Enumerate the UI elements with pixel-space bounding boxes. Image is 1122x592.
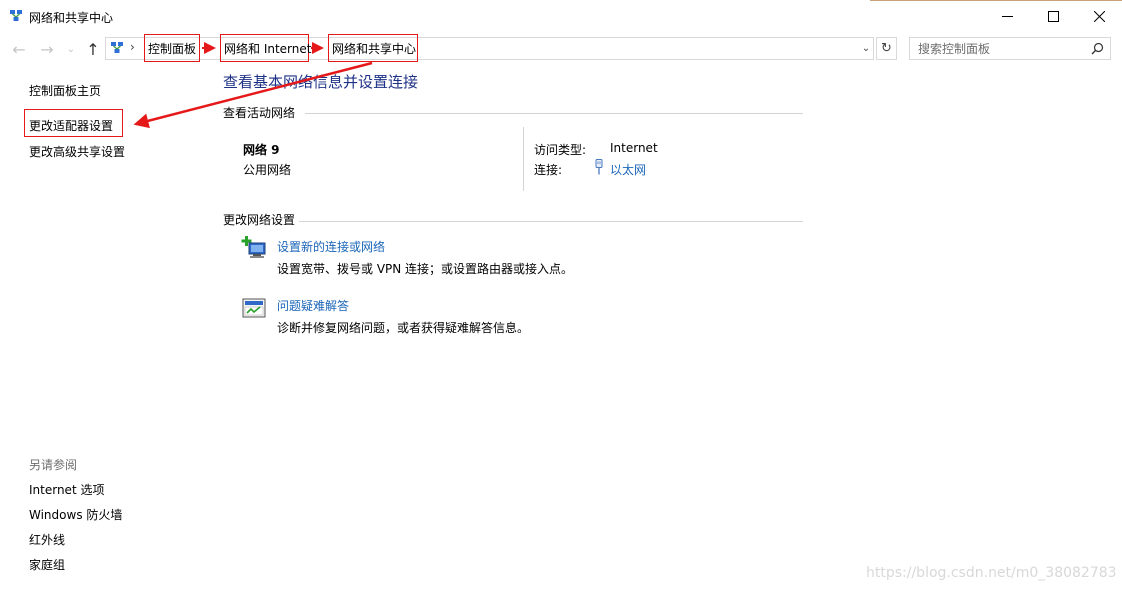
window-title: 网络和共享中心 (29, 11, 114, 25)
close-icon (1093, 11, 1105, 22)
maximize-icon (1047, 11, 1059, 22)
control-panel-icon (111, 42, 123, 53)
vertical-divider (523, 127, 524, 191)
close-button[interactable] (1076, 0, 1122, 33)
see-also-homegroup[interactable]: 家庭组 (29, 556, 65, 573)
forward-button[interactable]: → (36, 38, 58, 60)
sidebar-item-change-adapter[interactable]: 更改适配器设置 (29, 117, 113, 134)
title-bar (0, 0, 1122, 33)
section-divider (305, 113, 803, 114)
search-input[interactable] (910, 38, 1088, 59)
up-button[interactable]: ↑ (82, 38, 104, 60)
setup-new-connection-desc: 设置宽带、拨号或 VPN 连接；或设置路由器或接入点。 (277, 262, 574, 276)
annotation-overlay (133, 42, 373, 129)
breadcrumb-separator[interactable]: › (130, 40, 135, 54)
new-connection-icon (241, 236, 266, 258)
address-dropdown-button[interactable]: ⌄ (858, 40, 874, 56)
network-type: 公用网络 (243, 163, 292, 177)
breadcrumb-control-panel[interactable]: 控制面板 (144, 34, 200, 62)
setup-new-connection-link[interactable]: 设置新的连接或网络 (277, 238, 385, 255)
connection-ethernet-link[interactable]: 以太网 (610, 161, 646, 178)
search-icon[interactable] (1091, 42, 1104, 55)
section-divider (299, 221, 803, 222)
watermark: https://blog.csdn.net/m0_38082783 (866, 565, 1117, 581)
section-title-active-networks: 查看活动网络 (223, 106, 296, 120)
search-box[interactable] (909, 37, 1111, 60)
breadcrumb-network-internet[interactable]: 网络和 Internet (220, 34, 311, 62)
breadcrumb-network-sharing-center[interactable]: 网络和共享中心 (328, 34, 418, 62)
maximize-button[interactable] (1030, 0, 1076, 33)
network-icon (10, 10, 22, 21)
see-also-internet-options[interactable]: Internet 选项 (29, 481, 104, 498)
network-name: 网络 9 (243, 143, 280, 157)
troubleshoot-desc: 诊断并修复网络问题，或者获得疑难解答信息。 (277, 321, 530, 335)
sidebar-item-advanced-sharing[interactable]: 更改高级共享设置 (29, 143, 125, 160)
ethernet-icon (595, 159, 603, 175)
access-type-label: 访问类型: (534, 143, 587, 157)
recent-locations-button[interactable]: ⌄ (64, 38, 78, 60)
back-button[interactable]: ← (8, 38, 30, 60)
minimize-button[interactable] (984, 0, 1030, 33)
troubleshoot-icon (242, 298, 266, 318)
see-also-title: 另请参阅 (29, 458, 78, 472)
sidebar-item-control-panel-home[interactable]: 控制面板主页 (29, 82, 101, 99)
section-title-change-settings: 更改网络设置 (223, 213, 296, 227)
connection-label: 连接: (534, 163, 563, 177)
troubleshoot-link[interactable]: 问题疑难解答 (277, 297, 349, 314)
see-also-windows-firewall[interactable]: Windows 防火墙 (29, 506, 122, 523)
page-title: 查看基本网络信息并设置连接 (223, 73, 419, 91)
see-also-infrared[interactable]: 红外线 (29, 531, 65, 548)
minimize-icon (1001, 16, 1013, 17)
access-type-value: Internet (610, 141, 658, 155)
refresh-button[interactable]: ↻ (876, 37, 897, 60)
